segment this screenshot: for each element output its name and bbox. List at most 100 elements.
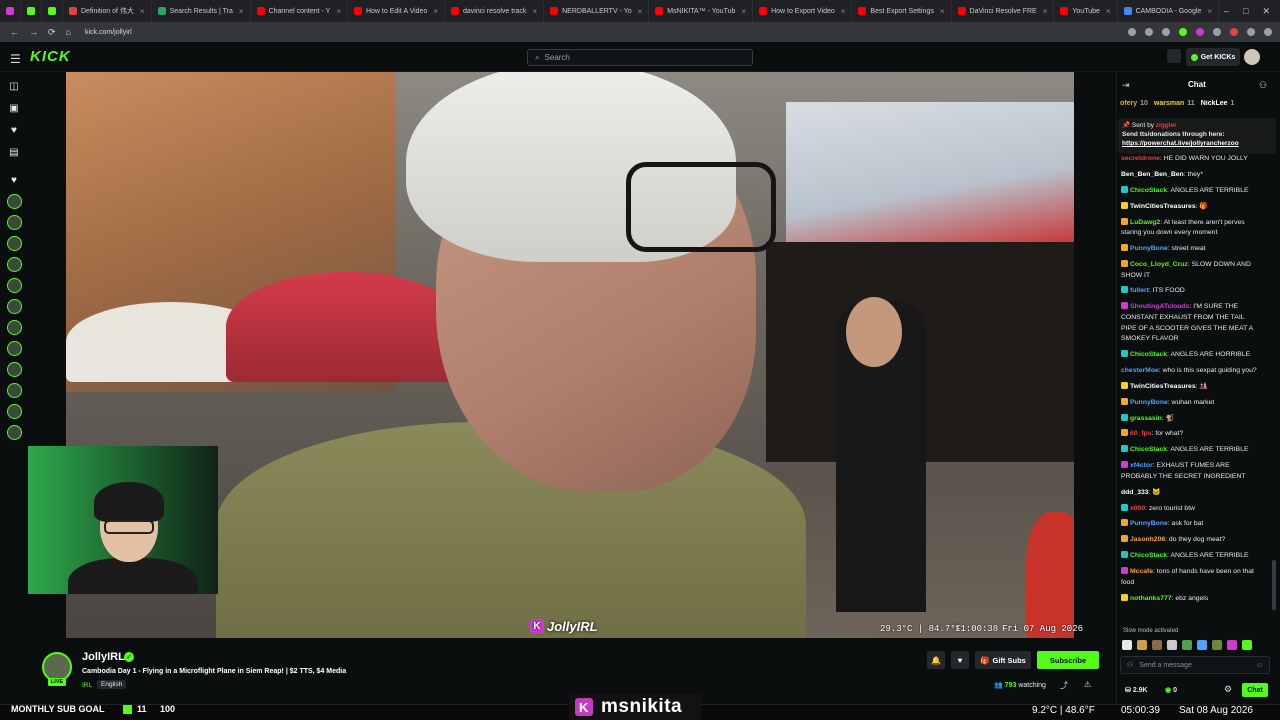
leaderboard-entry[interactable]: ofery 10 [1120, 100, 1148, 107]
chat-username[interactable]: grassasin [1130, 415, 1162, 422]
browser-tab[interactable]: Definition of 伟大 × [63, 0, 152, 22]
followed-channel-avatar[interactable] [6, 299, 22, 314]
chat-scrollbar[interactable] [1272, 560, 1276, 610]
followed-channel-avatar[interactable] [6, 425, 22, 440]
chat-username[interactable]: ChicoStack [1130, 187, 1167, 194]
chat-username[interactable]: ChicoStack [1130, 552, 1167, 559]
leaderboard-entry[interactable]: warsman 11 [1154, 100, 1195, 107]
chat-input[interactable]: ⚇ Send a message ☺ [1120, 656, 1270, 674]
emote-icon[interactable] [1167, 640, 1177, 650]
followed-channel-avatar[interactable] [6, 404, 22, 419]
collapse-chat-icon[interactable]: ⇥ [1122, 80, 1130, 91]
emote-icon[interactable] [1152, 640, 1162, 650]
extension-icon[interactable] [1145, 28, 1153, 36]
emote-icon[interactable] [1227, 640, 1237, 650]
hamburger-menu-icon[interactable]: ☰ [10, 52, 21, 66]
extension-icon[interactable] [1213, 28, 1221, 36]
channel-name[interactable]: JollyIRL [82, 651, 125, 663]
extension-icon[interactable] [1128, 28, 1136, 36]
chat-username[interactable]: nothanks777 [1130, 595, 1172, 602]
chat-username[interactable]: PunnyBone [1130, 520, 1168, 527]
leaderboard-entry[interactable]: NickLee 1 [1201, 100, 1235, 107]
chat-username[interactable]: ChicoStack [1130, 351, 1167, 358]
following-heart-icon[interactable]: ♥ [7, 122, 21, 138]
home-icon[interactable]: ⌂ [66, 27, 71, 37]
tab-close-icon[interactable]: × [433, 7, 438, 16]
stream-category[interactable]: IRL [82, 682, 92, 689]
forward-icon[interactable]: → [29, 27, 38, 37]
language-tag[interactable]: English [97, 680, 127, 689]
tab-close-icon[interactable]: × [841, 7, 846, 16]
chat-username[interactable]: ChicoStack [1130, 446, 1167, 453]
followed-channel-avatar[interactable] [6, 236, 22, 251]
extension-icon[interactable] [1230, 28, 1238, 36]
notification-bell-button[interactable]: 🔔 [927, 651, 945, 669]
browser-tab[interactable]: davinci resolve track × [445, 0, 545, 22]
browser-tab[interactable]: Best Export Settings × [852, 0, 952, 22]
share-icon[interactable]: ⤴ [1060, 680, 1068, 691]
chat-username[interactable]: LuDawg2 [1130, 219, 1160, 226]
browser-tab[interactable]: CAMBODIA - Google × [1118, 0, 1219, 22]
pinned-link[interactable]: https://powerchat.live/jollyrancherzoo [1122, 139, 1272, 148]
tab-close-icon[interactable]: × [1207, 7, 1212, 16]
url-field[interactable]: kick.com/jollyirl [85, 29, 132, 36]
tab-close-icon[interactable]: × [140, 7, 145, 16]
close-window-icon[interactable]: ✕ [1262, 6, 1270, 17]
tab-close-icon[interactable]: × [940, 7, 945, 16]
extension-icon[interactable] [1179, 28, 1187, 36]
followed-channel-avatar[interactable] [6, 215, 22, 230]
browser-tab[interactable]: MsNIKITA™ - YouTub × [649, 0, 754, 22]
chat-username[interactable]: fullert [1130, 287, 1149, 294]
get-kicks-button[interactable]: Get KICKs [1186, 48, 1240, 66]
chat-username[interactable]: secretdrone [1121, 155, 1160, 162]
maximize-icon[interactable]: □ [1243, 6, 1248, 16]
tab-close-icon[interactable]: × [1106, 7, 1111, 16]
followed-channel-avatar[interactable] [6, 362, 22, 377]
followed-channel-avatar[interactable] [6, 320, 22, 335]
browse-icon[interactable]: ◫ [7, 78, 21, 94]
emote-icon[interactable] [1182, 640, 1192, 650]
tab-close-icon[interactable]: × [336, 7, 341, 16]
tab-close-icon[interactable]: × [239, 7, 244, 16]
chat-username[interactable]: Mccafe [1130, 568, 1153, 575]
subscribe-button[interactable]: Subscribe [1037, 651, 1099, 669]
minimize-icon[interactable]: – [1224, 6, 1229, 16]
chat-username[interactable]: chesterMoe [1121, 367, 1159, 374]
followed-channel-avatar[interactable] [6, 278, 22, 293]
browser-tab[interactable]: YouTube × [1054, 0, 1118, 22]
wallet-icon[interactable] [1167, 49, 1181, 63]
tab-close-icon[interactable]: × [741, 7, 746, 16]
chat-username[interactable]: TwinCitiesTreasures [1130, 203, 1196, 210]
followed-channel-avatar[interactable] [6, 194, 22, 209]
chat-username[interactable]: PunnyBone [1130, 399, 1168, 406]
emoji-icon[interactable]: ☺ [1256, 662, 1263, 669]
tab-close-icon[interactable]: × [532, 7, 537, 16]
back-icon[interactable]: ← [10, 27, 19, 37]
follow-button[interactable]: ♥ [951, 651, 969, 669]
emote-icon[interactable] [1212, 640, 1222, 650]
emote-icon[interactable] [1242, 640, 1252, 650]
browser-tab[interactable]: How to Export Video × [753, 0, 853, 22]
browser-tab[interactable]: NERDBALLERTV - Yo × [544, 0, 650, 22]
menu-dots-icon[interactable] [1264, 28, 1272, 36]
chat-username[interactable]: Coco_Lloyd_Cruz [1130, 261, 1188, 268]
search-input[interactable]: ⌕ Search [527, 49, 753, 66]
chat-username[interactable]: Jasonh206 [1130, 536, 1165, 543]
reload-icon[interactable]: ⟳ [48, 27, 56, 38]
clips-icon[interactable]: ▤ [7, 144, 21, 160]
browser-tab[interactable] [21, 0, 42, 22]
browser-tab[interactable]: DaVinci Resolve FRE × [952, 0, 1055, 22]
chat-username[interactable]: Ben_Ben_Ben_Ben [1121, 171, 1184, 178]
browser-tab[interactable] [42, 0, 63, 22]
followed-channel-avatar[interactable] [6, 383, 22, 398]
gift-subs-button[interactable]: 🎁 Gift Subs [975, 651, 1031, 669]
chat-settings-icon[interactable]: ⚙ [1224, 684, 1232, 695]
browser-tab[interactable] [0, 0, 21, 22]
chat-username[interactable]: TwinCitiesTreasures [1130, 383, 1196, 390]
chat-username[interactable]: ShoutingATclouds [1130, 303, 1189, 310]
chat-username[interactable]: 60_fps [1130, 430, 1152, 437]
extension-icon[interactable] [1196, 28, 1204, 36]
browser-tab[interactable]: Search Results | Tra × [152, 0, 251, 22]
chat-username[interactable]: xf4ctor [1130, 462, 1153, 469]
tab-close-icon[interactable]: × [1043, 7, 1048, 16]
